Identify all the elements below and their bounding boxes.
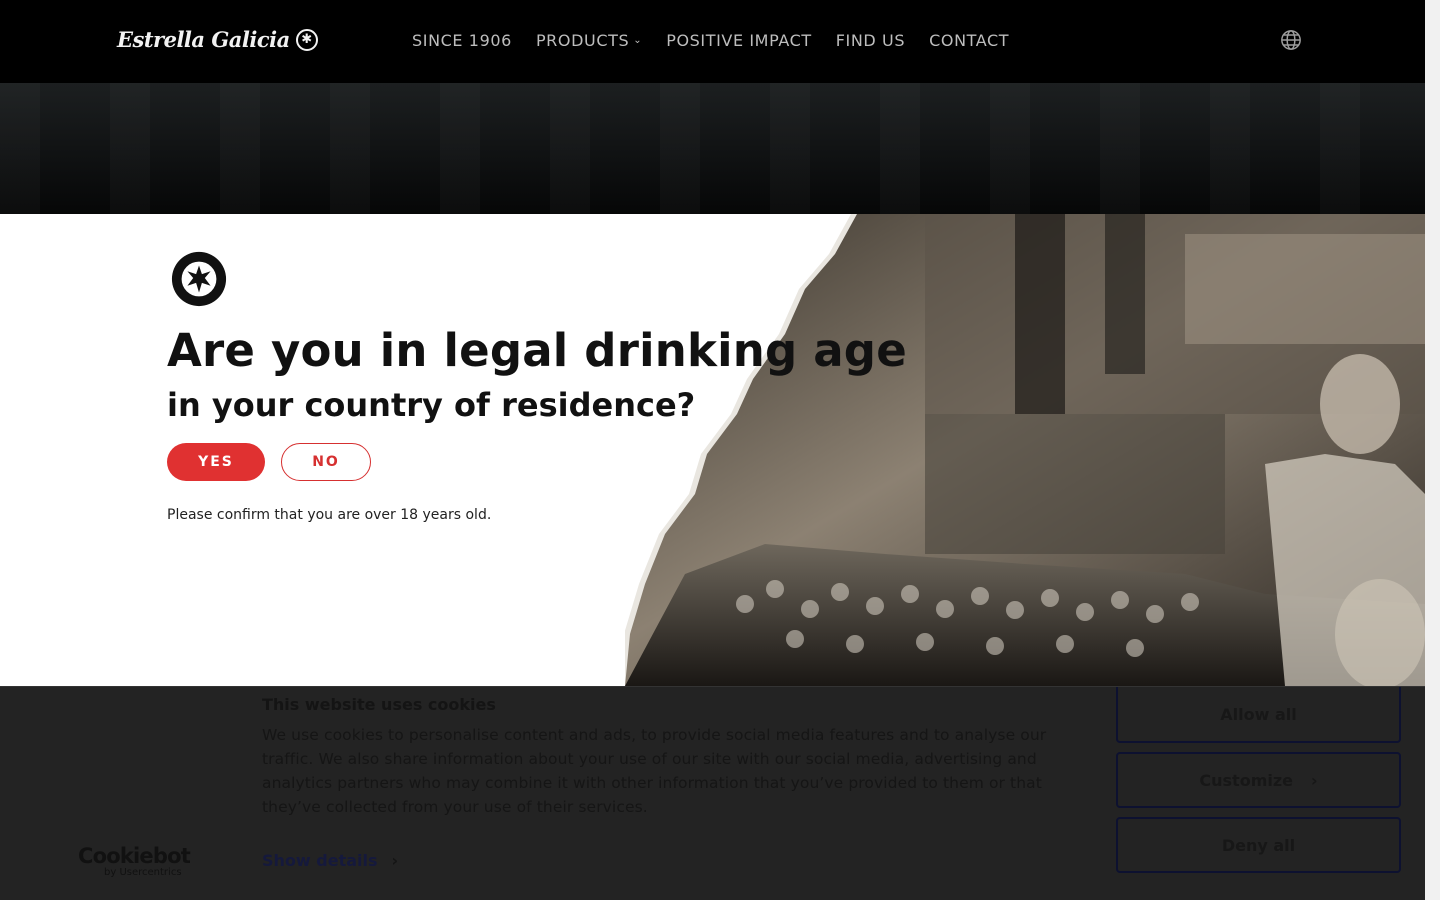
scrollbar[interactable]: [1425, 0, 1440, 900]
page: Estrella Galicia ✱ SINCE 1906 PRODUCTS ⌄ …: [0, 0, 1440, 900]
age-gate-title: Are you in legal drinking age: [167, 324, 907, 377]
chevron-right-icon: ›: [391, 851, 399, 870]
cookiebot-name: Cookiebot: [78, 844, 191, 868]
cookiebot-by: by Usercentrics: [104, 867, 182, 878]
nav-label: POSITIVE IMPACT: [666, 31, 812, 50]
no-button[interactable]: NO: [281, 443, 371, 481]
deny-all-button[interactable]: Deny all: [1116, 817, 1401, 873]
yes-button[interactable]: YES: [167, 443, 265, 481]
nav-products[interactable]: PRODUCTS ⌄: [536, 31, 642, 50]
customize-label: Customize: [1199, 770, 1294, 790]
customize-button[interactable]: Customize ›: [1116, 752, 1401, 808]
cookie-title: This website uses cookies: [262, 695, 496, 714]
vintage-photo-collage: [625, 214, 1425, 686]
cookie-banner: This website uses cookies We use cookies…: [0, 686, 1425, 900]
show-details-label: Show details: [262, 851, 378, 870]
hero-background: [0, 83, 1425, 214]
star-badge-icon: ✱: [295, 28, 318, 51]
logo-text: Estrella Galicia: [117, 27, 290, 52]
age-gate-subtitle: in your country of residence?: [167, 386, 696, 424]
cookie-description: We use cookies to personalise content an…: [262, 726, 1047, 816]
nav-label: CONTACT: [929, 31, 1010, 50]
nav-label: PRODUCTS: [535, 31, 630, 50]
nav-since-1906[interactable]: SINCE 1906: [412, 31, 512, 50]
age-gate-modal: Are you in legal drinking age in your co…: [0, 214, 1425, 686]
main-nav: SINCE 1906 PRODUCTS ⌄ POSITIVE IMPACT FIN…: [412, 31, 1009, 50]
nav-label: FIND US: [835, 31, 906, 50]
allow-all-button[interactable]: Allow all: [1116, 687, 1401, 743]
brand-logo[interactable]: Estrella Galicia ✱: [117, 27, 318, 52]
show-details-link[interactable]: Show details ›: [262, 851, 398, 870]
chevron-right-icon: ›: [1311, 770, 1318, 790]
age-gate-note: Please confirm that you are over 18 year…: [167, 507, 492, 523]
cookiebot-logo[interactable]: Cookiebot by Usercentrics: [78, 844, 191, 878]
deny-all-label: Deny all: [1221, 835, 1296, 855]
nav-label: SINCE 1906: [412, 31, 512, 50]
chevron-down-icon: ⌄: [633, 35, 643, 46]
nav-positive-impact[interactable]: POSITIVE IMPACT: [666, 31, 812, 50]
site-header: Estrella Galicia ✱ SINCE 1906 PRODUCTS ⌄ …: [0, 0, 1425, 83]
nav-contact[interactable]: CONTACT: [929, 31, 1009, 50]
globe-icon[interactable]: [1280, 29, 1302, 51]
estrella-galicia-seal-icon: [171, 251, 227, 307]
nav-find-us[interactable]: FIND US: [836, 31, 905, 50]
allow-all-label: Allow all: [1220, 704, 1297, 724]
